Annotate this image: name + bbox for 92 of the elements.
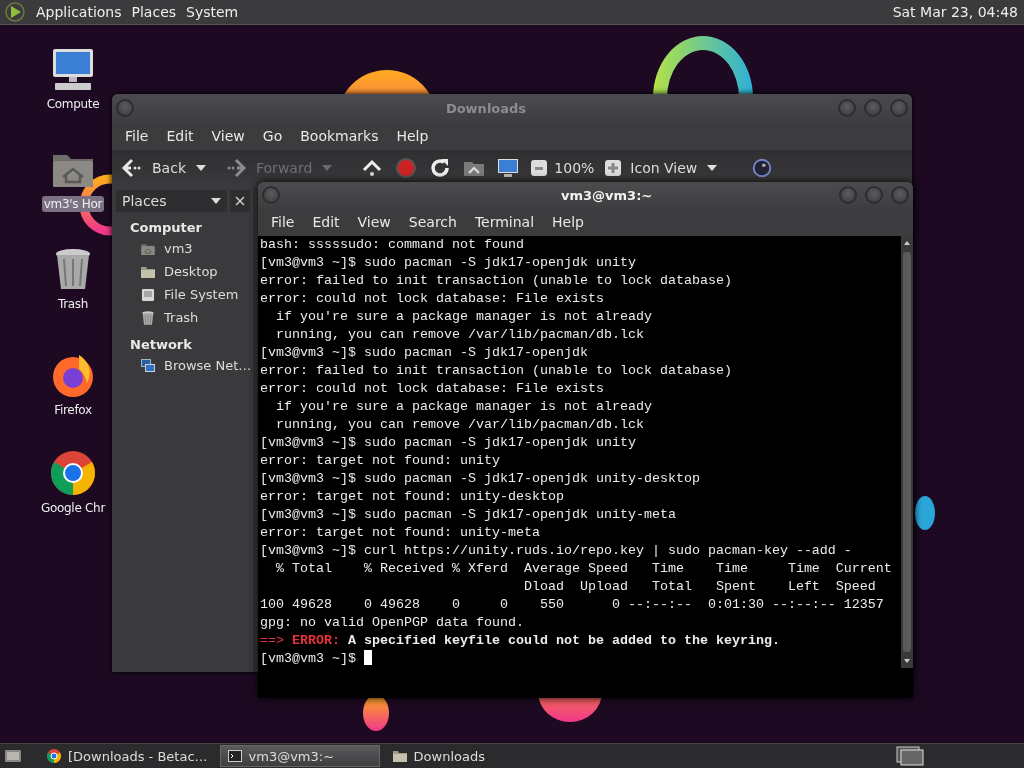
window-title: vm3@vm3:~ bbox=[560, 187, 654, 203]
sidebar-item[interactable]: Desktop bbox=[116, 260, 250, 283]
section-heading: Computer bbox=[130, 220, 204, 235]
wallpaper-shape bbox=[363, 695, 389, 731]
panel-menu[interactable]: Places bbox=[131, 4, 177, 20]
sidebar-item[interactable]: File System bbox=[116, 283, 250, 306]
sidebar-item[interactable]: Trash bbox=[116, 306, 250, 329]
terminal-line: error: target not found: unity-desktop bbox=[260, 488, 565, 506]
maximize-button[interactable] bbox=[865, 186, 883, 204]
menu-item[interactable]: Help bbox=[387, 128, 438, 144]
terminal-line: error: target not found: unity-meta bbox=[260, 524, 541, 542]
clock[interactable]: Sat Mar 23, 04:48 bbox=[892, 4, 1020, 20]
terminal-line: [vm3@vm3 ~]$ sudo pacman -S jdk17-openjdk unity bbox=[260, 434, 637, 452]
menu-item[interactable]: Help bbox=[543, 214, 593, 230]
terminal-icon bbox=[226, 748, 243, 764]
places-dropdown[interactable]: Places bbox=[116, 190, 227, 212]
menu-item[interactable]: View bbox=[202, 128, 254, 144]
terminal-line: 100 49628 0 49628 0 0 550 0 --:--:-- 0:01:30 --:--:-- 12357 bbox=[260, 596, 885, 614]
browser-icon bbox=[46, 748, 62, 764]
network-icon bbox=[140, 357, 156, 374]
window-title: Downloads bbox=[444, 100, 528, 116]
terminal-line: [vm3@vm3 ~]$ sudo pacman -S jdk17-openjdk unity-desktop bbox=[260, 470, 701, 488]
view-mode-dropdown[interactable]: Icon View bbox=[630, 160, 698, 176]
terminal-line: if you're sure a package manager is not already bbox=[275, 398, 653, 416]
minimize-button[interactable] bbox=[839, 186, 857, 204]
caret-icon bbox=[196, 165, 206, 171]
terminal-line: [vm3@vm3 ~]$ sudo pacman -S jdk17-openjdk unity-meta bbox=[260, 506, 677, 524]
logo-icon bbox=[4, 1, 26, 23]
panel-menu[interactable]: System bbox=[186, 4, 239, 20]
menu-item[interactable]: Edit bbox=[303, 214, 349, 230]
menu-item[interactable]: Terminal bbox=[465, 214, 544, 230]
terminal-line: if you're sure a package manager is not already bbox=[275, 308, 653, 326]
menu-item[interactable]: Search bbox=[399, 214, 466, 230]
show-desktop-icon bbox=[4, 747, 22, 765]
icon-label[interactable]: Firefox bbox=[52, 402, 94, 418]
terminal-line: error: failed to init transaction (unable to lock database) bbox=[260, 272, 733, 290]
stop-icon bbox=[394, 156, 419, 180]
caret-icon bbox=[707, 165, 718, 171]
drive-icon bbox=[140, 286, 156, 303]
text-cursor bbox=[363, 650, 372, 665]
menu-item[interactable]: Edit bbox=[157, 128, 203, 144]
terminal-line: Dload Upload Total Spent Left Speed bbox=[522, 578, 877, 596]
browser-icon bbox=[49, 449, 97, 497]
maximize-button[interactable] bbox=[864, 99, 882, 117]
terminal-line: error: failed to init transaction (unable to lock database) bbox=[260, 362, 733, 380]
window-menu-button[interactable] bbox=[262, 186, 280, 204]
caret-icon bbox=[211, 198, 221, 204]
section-heading: Network bbox=[130, 337, 193, 352]
terminal-line: error: target not found: unity bbox=[260, 452, 501, 470]
icon-label[interactable]: Trash bbox=[55, 296, 91, 312]
terminal-line: bash: sssssudo: command not found bbox=[260, 236, 525, 254]
menu-item[interactable]: View bbox=[348, 214, 400, 230]
close-icon bbox=[235, 196, 245, 206]
close-button[interactable] bbox=[230, 190, 250, 212]
icon-label[interactable]: Google Chr bbox=[38, 500, 108, 516]
computer-icon bbox=[496, 156, 521, 180]
terminal-line: [vm3@vm3 ~]$ sudo pacman -S jdk17-openjdk unity bbox=[260, 254, 637, 272]
search-icon bbox=[751, 157, 774, 179]
taskbar-button[interactable]: vm3@vm3:~ bbox=[219, 745, 380, 767]
workspace-switcher-icon bbox=[896, 746, 924, 766]
menu-item[interactable]: Go bbox=[253, 128, 292, 144]
error-message: A specified keyfile could not be added to the keyring. bbox=[348, 633, 780, 648]
terminal-line: gpg: no valid OpenPGP data found. bbox=[260, 614, 525, 632]
icon-label[interactable]: vm3's Hor bbox=[41, 196, 105, 212]
terminal-line: [vm3@vm3 ~]$ sudo pacman -S jdk17-openjdk bbox=[260, 344, 589, 362]
terminal-line: error: could not lock database: File exists bbox=[260, 290, 605, 308]
terminal-line: error: could not lock database: File exists bbox=[260, 380, 605, 398]
terminal-line: running, you can remove /var/lib/pacman/db.lck bbox=[275, 326, 645, 344]
taskbar-button[interactable]: Downloads bbox=[385, 745, 546, 767]
wallpaper-shape bbox=[915, 496, 935, 530]
terminal-line: [vm3@vm3 ~]$ curl https://unity.ruds.io/repo.key | sudo pacman-key --add - bbox=[260, 542, 853, 560]
terminal-line: [vm3@vm3 ~]$ bbox=[260, 651, 356, 666]
folder-icon bbox=[391, 748, 408, 764]
menu-item[interactable]: File bbox=[116, 128, 158, 144]
sidebar-item[interactable]: Browse Net… bbox=[116, 354, 250, 377]
error-label: ==> ERROR: bbox=[260, 633, 340, 648]
terminal-line: % Total % Received % Xferd Average Speed Time Time Time Current bbox=[275, 560, 893, 578]
window-menu-button[interactable] bbox=[116, 99, 134, 117]
zoom-in-icon bbox=[604, 159, 623, 177]
caret-icon bbox=[322, 165, 333, 171]
icon-label[interactable]: Compute bbox=[44, 96, 102, 112]
back-button[interactable]: Back bbox=[120, 156, 186, 180]
menu-item[interactable]: Bookmarks bbox=[291, 128, 388, 144]
sidebar-item[interactable]: vm3 bbox=[116, 237, 250, 260]
panel-menu[interactable]: Applications bbox=[36, 4, 122, 20]
taskbar-button[interactable]: [Downloads - Betac… bbox=[40, 745, 214, 767]
zoom-level: 100% bbox=[554, 160, 595, 176]
minimize-button[interactable] bbox=[838, 99, 856, 117]
zoom-out-icon bbox=[530, 159, 549, 177]
trash-icon bbox=[140, 309, 156, 326]
terminal-line: running, you can remove /var/lib/pacman/db.lck bbox=[275, 416, 645, 434]
menu-item[interactable]: File bbox=[262, 214, 304, 230]
